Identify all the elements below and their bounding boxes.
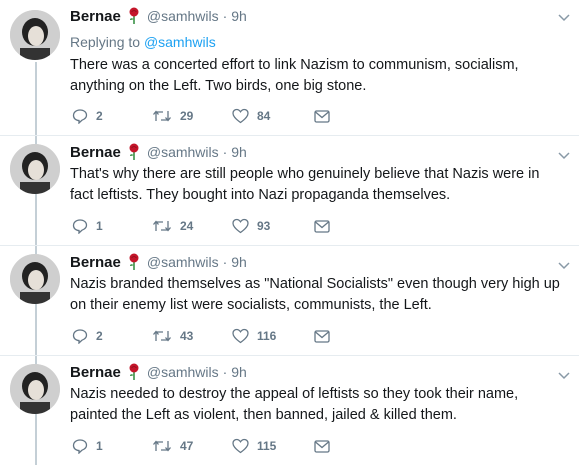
- retweet-icon: [152, 328, 172, 344]
- like-icon: [232, 438, 249, 454]
- dm-icon: [314, 219, 330, 233]
- reply-icon: [72, 108, 88, 124]
- chevron-down-icon[interactable]: [557, 10, 571, 22]
- like-count: 84: [257, 109, 271, 123]
- like-button[interactable]: 116: [232, 327, 276, 345]
- dm-button[interactable]: [314, 327, 330, 345]
- like-icon: [232, 218, 249, 234]
- retweet-icon: [152, 438, 172, 454]
- avatar[interactable]: [10, 254, 60, 304]
- reply-count: 2: [96, 329, 103, 343]
- tweet-time[interactable]: · 9h: [223, 8, 247, 24]
- reply-count: 1: [96, 439, 103, 453]
- tweet-text: There was a concerted effort to link Naz…: [70, 57, 519, 94]
- retweet-button[interactable]: 24: [152, 217, 193, 235]
- tweet-text: That's why there are still people who ge…: [70, 166, 540, 203]
- tweet[interactable]: Bernae @samhwils · 9h Nazis needed to de…: [0, 356, 579, 465]
- reply-icon: [72, 218, 88, 234]
- reply-icon: [72, 438, 88, 454]
- tweet[interactable]: Bernae @samhwils · 9h Nazis branded them…: [0, 246, 579, 356]
- author-handle[interactable]: @samhwils: [147, 364, 219, 380]
- rose-icon: [127, 253, 141, 271]
- reply-button[interactable]: 1: [72, 217, 103, 235]
- retweet-button[interactable]: 43: [152, 327, 193, 345]
- tweet-text: Nazis needed to destroy the appeal of le…: [70, 386, 519, 423]
- tweet-time[interactable]: · 9h: [223, 254, 247, 270]
- retweet-icon: [152, 218, 172, 234]
- dm-icon: [314, 439, 330, 453]
- replying-handle[interactable]: @samhwils: [144, 34, 216, 50]
- author-name[interactable]: Bernae: [70, 254, 121, 271]
- author-name[interactable]: Bernae: [70, 364, 121, 381]
- like-count: 115: [257, 439, 277, 453]
- tweet[interactable]: Bernae @samhwils · 9h That's why there a…: [0, 136, 579, 246]
- reply-button[interactable]: 2: [72, 327, 103, 345]
- rose-icon: [127, 143, 141, 161]
- tweet-time[interactable]: · 9h: [223, 364, 247, 380]
- reply-count: 2: [96, 109, 103, 123]
- chevron-down-icon[interactable]: [557, 148, 571, 160]
- chevron-down-icon[interactable]: [557, 368, 571, 380]
- tweet-header: Bernae @samhwils · 9h: [70, 252, 247, 272]
- rose-icon: [127, 363, 141, 381]
- like-count: 116: [257, 329, 277, 343]
- retweet-button[interactable]: 29: [152, 107, 193, 125]
- like-icon: [232, 328, 249, 344]
- retweet-count: 43: [180, 329, 194, 343]
- reply-button[interactable]: 1: [72, 437, 103, 455]
- like-icon: [232, 108, 249, 124]
- dm-button[interactable]: [314, 107, 330, 125]
- dm-icon: [314, 329, 330, 343]
- like-button[interactable]: 84: [232, 107, 270, 125]
- author-name[interactable]: Bernae: [70, 144, 121, 161]
- retweet-icon: [152, 108, 172, 124]
- tweet-header: Bernae @samhwils · 9h: [70, 6, 247, 26]
- retweet-button[interactable]: 47: [152, 437, 193, 455]
- author-name[interactable]: Bernae: [70, 8, 121, 25]
- tweet-header: Bernae @samhwils · 9h: [70, 362, 247, 382]
- tweet-header: Bernae @samhwils · 9h: [70, 142, 247, 162]
- retweet-count: 29: [180, 109, 194, 123]
- dm-button[interactable]: [314, 217, 330, 235]
- reply-count: 1: [96, 219, 103, 233]
- avatar[interactable]: [10, 10, 60, 60]
- like-button[interactable]: 93: [232, 217, 270, 235]
- tweet-text: Nazis branded themselves as "National So…: [70, 276, 560, 313]
- reply-button[interactable]: 2: [72, 107, 103, 125]
- tweet[interactable]: Bernae @samhwils · 9h Replying to @samhw…: [0, 0, 579, 136]
- author-handle[interactable]: @samhwils: [147, 8, 219, 24]
- replying-prefix: Replying to: [70, 34, 141, 50]
- reply-icon: [72, 328, 88, 344]
- like-count: 93: [257, 219, 271, 233]
- author-handle[interactable]: @samhwils: [147, 254, 219, 270]
- avatar[interactable]: [10, 364, 60, 414]
- chevron-down-icon[interactable]: [557, 258, 571, 270]
- tweet-time[interactable]: · 9h: [223, 144, 247, 160]
- replying-to: Replying to @samhwils: [70, 34, 216, 50]
- like-button[interactable]: 115: [232, 437, 276, 455]
- avatar[interactable]: [10, 144, 60, 194]
- dm-icon: [314, 109, 330, 123]
- author-handle[interactable]: @samhwils: [147, 144, 219, 160]
- dm-button[interactable]: [314, 437, 330, 455]
- retweet-count: 24: [180, 219, 194, 233]
- rose-icon: [127, 7, 141, 25]
- retweet-count: 47: [180, 439, 194, 453]
